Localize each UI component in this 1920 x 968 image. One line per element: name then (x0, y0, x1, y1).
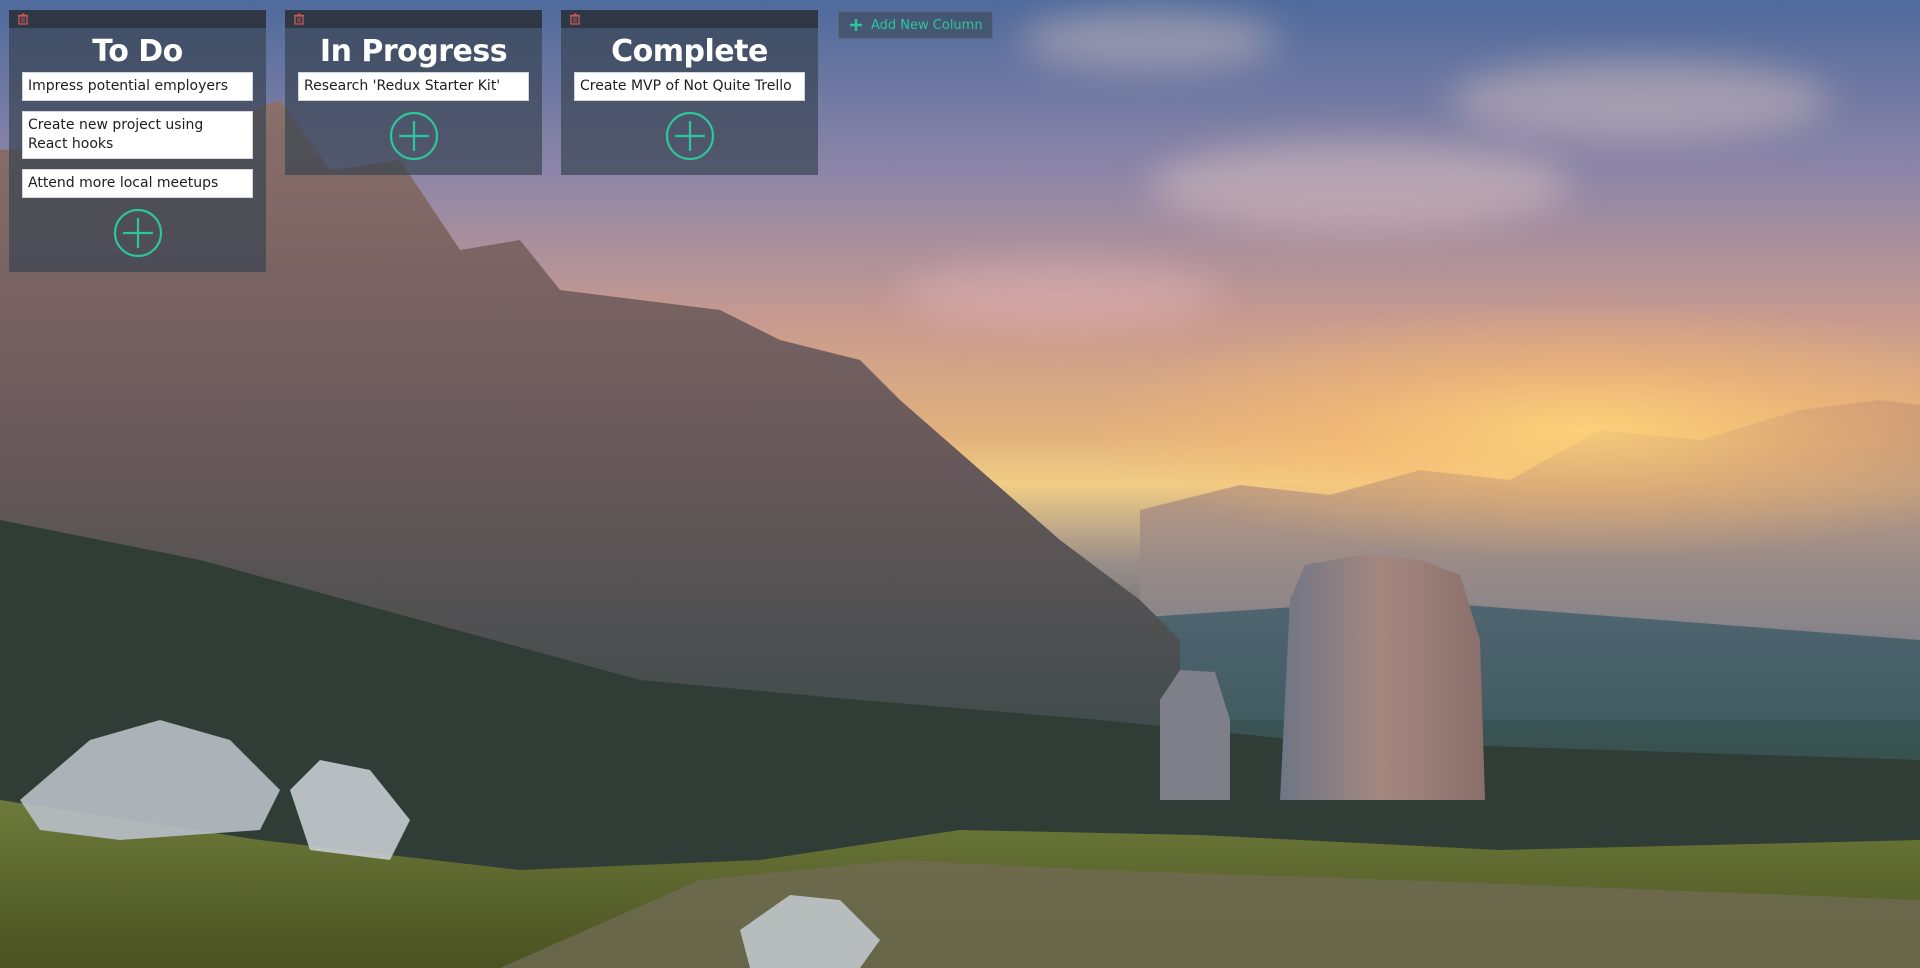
column-complete: Complete Create MVP of Not Quite Trello (561, 10, 818, 175)
add-card-button[interactable] (665, 111, 715, 161)
column-footer (285, 161, 542, 175)
column-title: To Do (92, 34, 183, 69)
column-header-bar (9, 10, 266, 28)
add-card-button[interactable] (113, 208, 163, 258)
column-to-do: To Do Impress potential employers Create… (9, 10, 266, 272)
column-footer (561, 161, 818, 175)
add-card-button[interactable] (389, 111, 439, 161)
trash-icon[interactable] (293, 13, 305, 25)
app-root: To Do Impress potential employers Create… (0, 0, 1920, 968)
cloud (1450, 60, 1830, 140)
column-footer (9, 258, 266, 272)
card[interactable]: Impress potential employers (22, 72, 253, 101)
card-list: Create MVP of Not Quite Trello (561, 72, 818, 101)
add-column-label: Add New Column (871, 17, 983, 33)
column-title: In Progress (319, 34, 508, 69)
column-title: Complete (611, 34, 768, 69)
card-list: Research 'Redux Starter Kit' (285, 72, 542, 101)
card[interactable]: Create MVP of Not Quite Trello (574, 72, 805, 101)
trash-icon[interactable] (17, 13, 29, 25)
card[interactable]: Attend more local meetups (22, 169, 253, 198)
column-header-bar (561, 10, 818, 28)
card[interactable]: Create new project using React hooks (22, 111, 253, 159)
column-in-progress: In Progress Research 'Redux Starter Kit' (285, 10, 542, 175)
card-list: Impress potential employers Create new p… (9, 72, 266, 198)
add-column-button[interactable]: Add New Column (838, 11, 993, 39)
cloud (900, 260, 1220, 330)
cloud (1150, 140, 1570, 230)
trash-icon[interactable] (569, 13, 581, 25)
plus-icon (850, 19, 862, 31)
sun-glow (1080, 300, 1920, 560)
cloud (1020, 10, 1280, 70)
card[interactable]: Research 'Redux Starter Kit' (298, 72, 529, 101)
column-header-bar (285, 10, 542, 28)
